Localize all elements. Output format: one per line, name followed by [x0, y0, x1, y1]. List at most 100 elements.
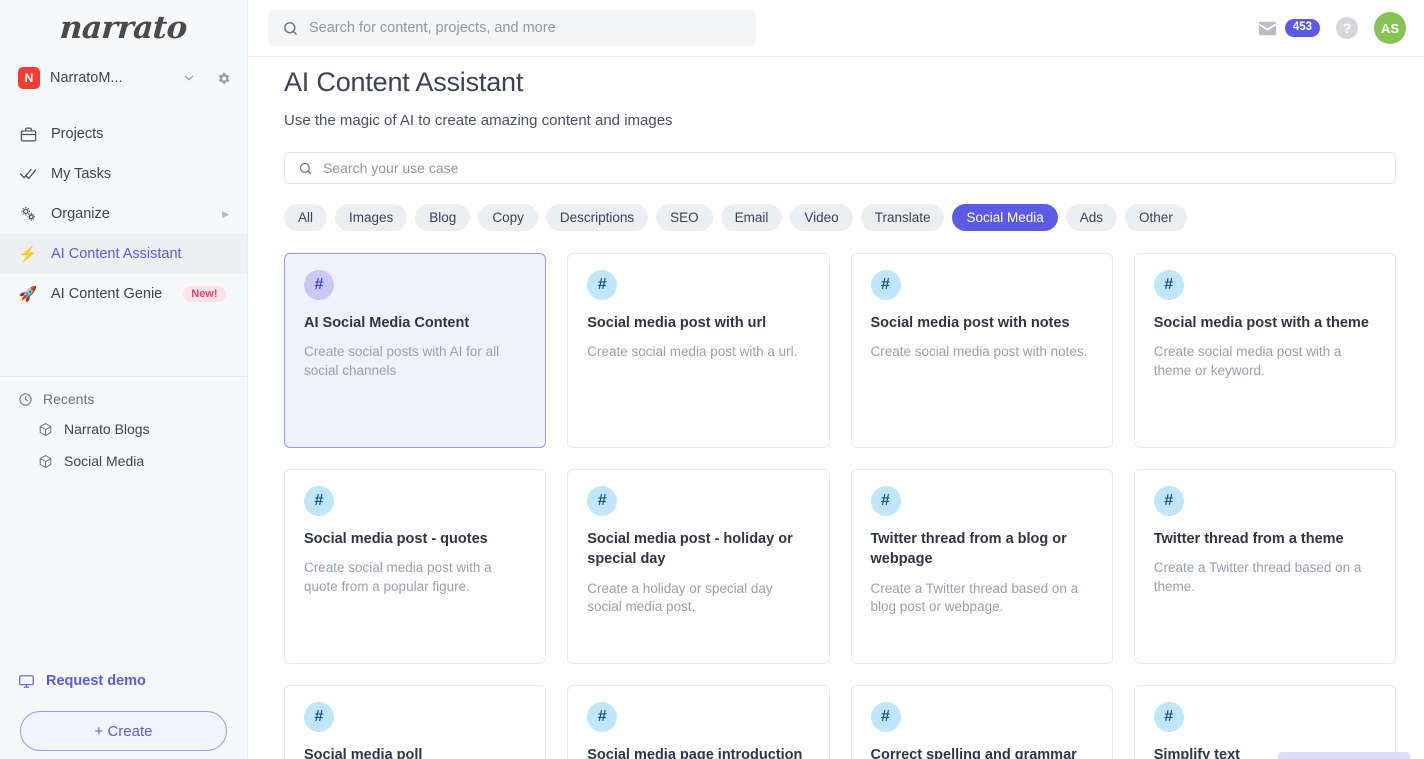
recent-item-narrato-blogs[interactable]: Narrato Blogs [0, 413, 247, 445]
page-title: AI Content Assistant [284, 67, 1396, 98]
usecase-card-title: Social media post - quotes [304, 529, 526, 549]
brand-logo-text: narrato [59, 10, 188, 46]
global-search[interactable] [268, 10, 756, 46]
workspace-name: NarratoM... [50, 70, 172, 86]
usecase-card-title: Social media page introduction [587, 745, 809, 759]
top-bar: 453 ? AS [248, 0, 1424, 57]
sidebar-item-ai-content-assistant[interactable]: ⚡ AI Content Assistant [0, 234, 247, 274]
usecase-card-description: Create a holiday or special day social m… [587, 580, 809, 617]
usecase-card[interactable]: # Twitter thread from a blog or webpage … [851, 469, 1113, 664]
sidebar-item-organize[interactable]: Organize ▶ [0, 194, 247, 234]
search-icon [282, 20, 299, 37]
filter-chip-descriptions[interactable]: Descriptions [546, 204, 648, 231]
usecase-card-title: Twitter thread from a theme [1154, 529, 1376, 549]
usecase-card-title: Correct spelling and grammar [871, 745, 1093, 759]
usecase-card-title: AI Social Media Content [304, 313, 526, 333]
monitor-icon [18, 673, 35, 690]
filter-chip-social-media[interactable]: Social Media [952, 204, 1057, 231]
usecase-card[interactable]: # Twitter thread from a theme Create a T… [1134, 469, 1396, 664]
recent-item-label: Narrato Blogs [64, 421, 150, 437]
filter-chip-video[interactable]: Video [790, 204, 852, 231]
hash-icon: # [871, 270, 901, 300]
usecase-card[interactable]: # Simplify text [1134, 685, 1396, 759]
usecase-card[interactable]: # Social media post - holiday or special… [567, 469, 829, 664]
filter-chip-other[interactable]: Other [1125, 204, 1187, 231]
brand-logo[interactable]: narrato [0, 0, 247, 56]
envelope-icon [1256, 17, 1279, 40]
hash-icon: # [587, 702, 617, 732]
usecase-card[interactable]: # Correct spelling and grammar [851, 685, 1113, 759]
cube-icon [38, 454, 53, 469]
lightning-bolt-icon: ⚡ [18, 247, 38, 262]
usecase-card[interactable]: # Social media post with a theme Create … [1134, 253, 1396, 448]
filter-chip-email[interactable]: Email [721, 204, 783, 231]
usecase-search-input[interactable] [323, 160, 1382, 176]
usecase-card[interactable]: # Social media post with url Create soci… [567, 253, 829, 448]
usecase-card[interactable]: # Social media post - quotes Create soci… [284, 469, 546, 664]
usecase-card-description: Create a Twitter thread based on a blog … [871, 580, 1093, 617]
hash-icon: # [871, 702, 901, 732]
filter-chips: All Images Blog Copy Descriptions SEO Em… [284, 204, 1396, 231]
sidebar-item-ai-content-genie[interactable]: 🚀 AI Content Genie New! [0, 274, 247, 314]
sidebar-nav: Projects My Tasks Organize ▶ ⚡ AI Conten… [0, 114, 247, 314]
sidebar-item-label: AI Content Assistant [51, 246, 229, 262]
usecase-card-title: Social media poll [304, 745, 526, 759]
hash-icon: # [304, 270, 334, 300]
usecase-card-title: Social media post - holiday or special d… [587, 529, 809, 570]
filter-chip-translate[interactable]: Translate [861, 204, 945, 231]
hash-icon: # [587, 486, 617, 516]
gears-icon [18, 205, 38, 224]
inbox-button[interactable]: 453 [1256, 17, 1320, 40]
app-root: narrato N NarratoM... Projects [0, 0, 1424, 759]
filter-chip-seo[interactable]: SEO [656, 204, 713, 231]
usecase-card-title: Social media post with url [587, 313, 809, 333]
page-subtitle: Use the magic of AI to create amazing co… [284, 112, 1396, 129]
hash-icon: # [1154, 486, 1184, 516]
recent-item-label: Social Media [64, 453, 144, 469]
chevron-right-icon[interactable]: ▶ [222, 209, 229, 220]
topbar-actions: 453 ? AS [1256, 12, 1406, 44]
usecase-card-description: Create social media post with a url. [587, 343, 809, 361]
clock-icon [18, 392, 33, 407]
sidebar-footer: Request demo + Create [0, 663, 247, 759]
recent-item-social-media[interactable]: Social Media [0, 445, 247, 477]
filter-chip-all[interactable]: All [284, 204, 327, 231]
usecase-card[interactable]: # Social media post with notes Create so… [851, 253, 1113, 448]
filter-chip-ads[interactable]: Ads [1066, 204, 1117, 231]
usecase-card[interactable]: # Social media page introduction [567, 685, 829, 759]
usecase-search[interactable] [284, 152, 1396, 184]
hash-icon: # [1154, 270, 1184, 300]
workspace-switcher[interactable]: N NarratoM... [0, 56, 247, 100]
usecase-card-description: Create a Twitter thread based on a theme… [1154, 559, 1376, 596]
hash-icon: # [304, 702, 334, 732]
sidebar-item-label: Projects [51, 126, 229, 142]
search-input[interactable] [309, 20, 742, 36]
sidebar-item-label: Organize [51, 206, 209, 222]
sidebar-item-projects[interactable]: Projects [0, 114, 247, 154]
hash-icon: # [587, 270, 617, 300]
gear-icon[interactable] [216, 71, 231, 86]
floating-action-button[interactable] [1278, 752, 1410, 759]
usecase-card-grid: # AI Social Media Content Create social … [284, 253, 1396, 759]
request-demo-link[interactable]: Request demo [0, 663, 247, 699]
create-button[interactable]: + Create [20, 711, 227, 751]
chevron-down-icon[interactable] [182, 71, 196, 85]
sidebar-item-label: AI Content Genie [51, 286, 162, 302]
filter-chip-copy[interactable]: Copy [478, 204, 538, 231]
filter-chip-blog[interactable]: Blog [415, 204, 470, 231]
main-area: 453 ? AS AI Content Assistant Use the ma… [248, 0, 1424, 759]
help-button[interactable]: ? [1336, 17, 1358, 39]
user-avatar[interactable]: AS [1374, 12, 1406, 44]
usecase-card[interactable]: # AI Social Media Content Create social … [284, 253, 546, 448]
rocket-icon: 🚀 [18, 287, 38, 302]
sidebar-item-label: My Tasks [51, 166, 229, 182]
check-double-icon [18, 165, 38, 183]
hash-icon: # [871, 486, 901, 516]
usecase-card-title: Twitter thread from a blog or webpage [871, 529, 1093, 570]
filter-chip-images[interactable]: Images [335, 204, 407, 231]
usecase-card-title: Social media post with a theme [1154, 313, 1376, 333]
usecase-card[interactable]: # Social media poll [284, 685, 546, 759]
sidebar-item-my-tasks[interactable]: My Tasks [0, 154, 247, 194]
hash-icon: # [304, 486, 334, 516]
cube-icon [38, 422, 53, 437]
